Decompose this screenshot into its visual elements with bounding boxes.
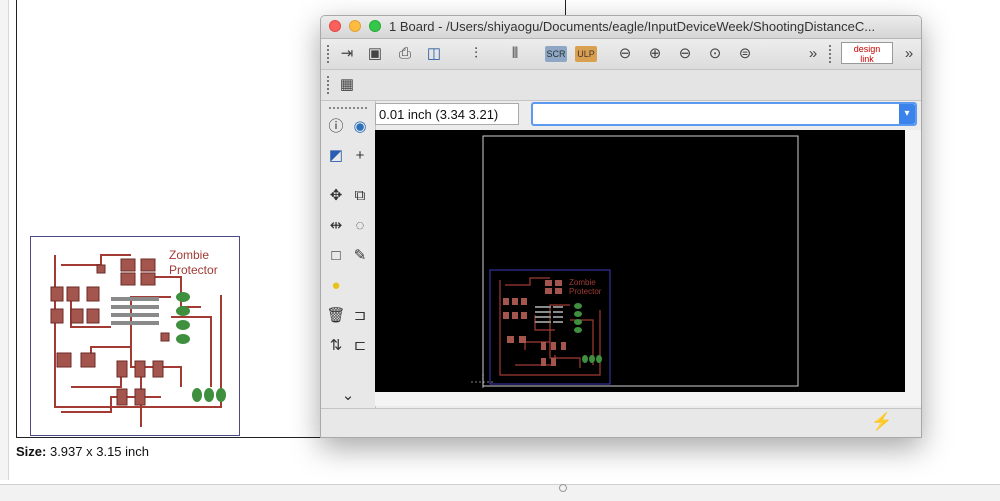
size-info: Size: 3.937 x 3.15 inch — [16, 444, 149, 459]
group-icon[interactable]: □ — [325, 245, 347, 267]
chip-pins — [535, 306, 563, 323]
show-icon[interactable]: ◉ — [349, 116, 371, 138]
mark-icon[interactable]: + — [349, 145, 371, 167]
board-preview-drawing: Zombie Protector — [50, 248, 226, 427]
coordinate-display: 0.01 inch (3.34 3.21) — [375, 103, 519, 125]
horizontal-scrollbar[interactable] — [375, 392, 921, 406]
main-toolbar: ⇥ ▣ ⎙ ◫ ⫶ ⦀ SCR ULP ⊖ ⊕ ⊖ ⊙ ⊜ » design l… — [321, 39, 921, 70]
paste-icon[interactable]: ● — [325, 275, 347, 297]
lock-icon[interactable]: ⊏ — [349, 335, 371, 357]
board-preview-image: Zombie Protector — [30, 236, 240, 436]
overflow-icon[interactable]: » — [899, 44, 919, 64]
ulp-icon[interactable]: ULP — [575, 46, 597, 62]
rotate-icon[interactable]: ◌ — [349, 215, 371, 237]
vertical-scrollbar[interactable] — [905, 130, 921, 392]
zoom-window-button[interactable] — [369, 20, 381, 32]
zoom-in-icon[interactable]: ⊕ — [645, 44, 665, 64]
toolbar-grip[interactable] — [327, 45, 331, 63]
design-link-button[interactable]: design link — [841, 42, 893, 64]
change-icon[interactable]: ✎ — [349, 245, 371, 267]
save-icon[interactable]: ▣ — [365, 44, 385, 64]
board-outline — [482, 135, 799, 387]
expand-palette-icon[interactable]: ⌄ — [337, 385, 359, 407]
board-canvas[interactable]: Zombie Protector — [375, 130, 905, 392]
board-preview-label-2: Protector — [169, 263, 218, 277]
secondary-toolbar: ▦ — [321, 70, 921, 101]
design-link-text-1: design — [853, 44, 881, 54]
mirror-icon[interactable]: ⇹ — [325, 215, 347, 237]
chevron-down-icon[interactable]: ▾ — [899, 104, 915, 124]
layers-icon[interactable]: ⦀ — [505, 44, 525, 64]
more-tools-icon[interactable]: » — [803, 44, 823, 64]
lightning-icon[interactable]: ⚡ — [871, 412, 892, 432]
board-editor-window: 1 Board - /Users/shiyaogu/Documents/eagl… — [320, 15, 922, 438]
script-icon[interactable]: ⫶ — [466, 44, 486, 64]
window-titlebar[interactable]: 1 Board - /Users/shiyaogu/Documents/eagl… — [321, 16, 921, 39]
toolbar-grip-3[interactable] — [327, 76, 331, 94]
zoom-select-icon[interactable]: ⊙ — [705, 44, 725, 64]
open-icon[interactable]: ⇥ — [337, 44, 357, 64]
size-label: Size: — [16, 444, 47, 459]
zoom-out-icon[interactable]: ⊖ — [675, 44, 695, 64]
close-window-button[interactable] — [329, 20, 341, 32]
tool-palette: ⓘ ◉ ◩ + ✥ ⧉ ⇹ ◌ □ ✎ ● 🗑 ⊐ ⇅ ⊏ ⌄ — [321, 101, 376, 408]
background-bottom-bar — [0, 484, 1000, 501]
board-drawing: Zombie Protector — [471, 135, 799, 390]
status-bar — [321, 408, 921, 437]
canvas-label-2: Protector — [569, 287, 602, 296]
window-title: 1 Board - /Users/shiyaogu/Documents/eagl… — [389, 19, 876, 34]
design-link-text-2: link — [860, 54, 874, 64]
command-input[interactable] — [531, 102, 917, 126]
toolbar-grip-2[interactable] — [829, 45, 833, 63]
resize-handle[interactable] — [559, 484, 567, 492]
delete-icon[interactable]: 🗑 — [325, 305, 347, 327]
grid-icon[interactable]: ▦ — [337, 75, 357, 95]
zoom-redraw-icon[interactable]: ⊜ — [735, 44, 755, 64]
board-preview-label-1: Zombie — [169, 248, 209, 262]
display-layers-icon[interactable]: ◩ — [325, 145, 347, 167]
copy-icon[interactable]: ⧉ — [349, 185, 371, 207]
canvas-label-1: Zombie — [569, 278, 596, 287]
size-value: 3.937 x 3.15 inch — [49, 444, 149, 459]
add-icon[interactable]: ⊐ — [349, 305, 371, 327]
print-icon[interactable]: ⎙ — [395, 44, 415, 64]
move-icon[interactable]: ✥ — [325, 185, 347, 207]
info-icon[interactable]: ⓘ — [325, 116, 347, 138]
cam-icon[interactable]: ◫ — [424, 44, 444, 64]
header-pads — [574, 303, 602, 363]
palette-grip[interactable] — [329, 107, 367, 109]
background-left-panel — [0, 0, 9, 480]
scr-icon[interactable]: SCR — [545, 46, 567, 62]
minimize-window-button[interactable] — [349, 20, 361, 32]
replace-icon[interactable]: ⇅ — [325, 335, 347, 357]
zoom-fit-icon[interactable]: ⊖ — [615, 44, 635, 64]
